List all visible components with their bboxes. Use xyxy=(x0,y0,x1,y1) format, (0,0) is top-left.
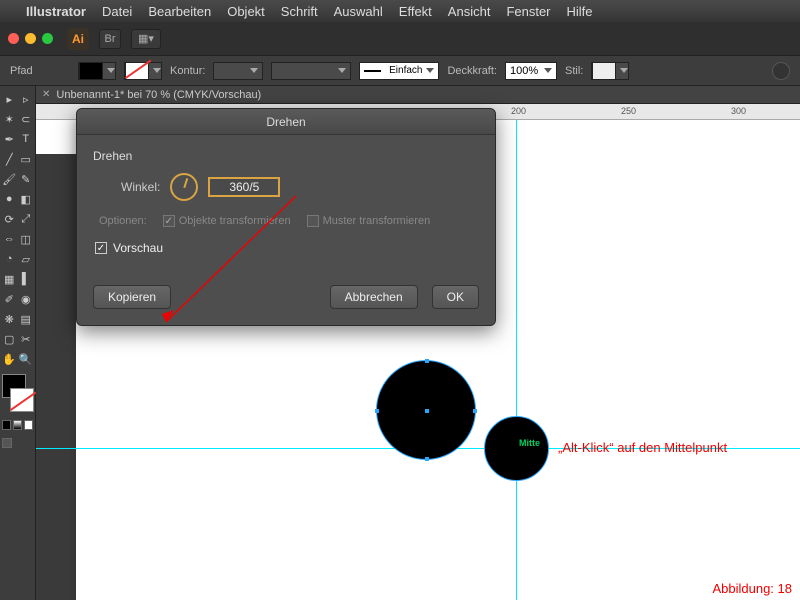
sync-icon[interactable] xyxy=(772,62,790,80)
menu-app[interactable]: Illustrator xyxy=(26,4,86,19)
zoom-tool[interactable]: 🔍 xyxy=(19,350,34,368)
arrange-documents-button[interactable]: ▦▾ xyxy=(131,29,161,49)
vertical-guide xyxy=(516,120,517,600)
line-tool[interactable]: ╱ xyxy=(2,150,17,168)
close-window-icon[interactable] xyxy=(8,33,19,44)
bridge-button[interactable]: Br xyxy=(99,29,121,49)
fill-stroke-indicator[interactable] xyxy=(2,374,34,412)
small-circle-shape[interactable] xyxy=(484,416,549,481)
menu-objekt[interactable]: Objekt xyxy=(227,4,265,19)
minimize-window-icon[interactable] xyxy=(25,33,36,44)
mac-menubar: Illustrator Datei Bearbeiten Objekt Schr… xyxy=(0,0,800,22)
lasso-tool[interactable]: ⊂ xyxy=(19,110,34,128)
large-circle-shape[interactable] xyxy=(376,360,476,460)
blob-brush-tool[interactable]: ● xyxy=(2,190,17,208)
selection-tool[interactable]: ▸ xyxy=(2,90,17,108)
annotation-arrow xyxy=(296,196,297,197)
pen-tool[interactable]: ✒ xyxy=(2,130,17,148)
menu-schrift[interactable]: Schrift xyxy=(281,4,318,19)
eraser-tool[interactable]: ◧ xyxy=(19,190,34,208)
transform-pattern-label: Muster transformieren xyxy=(323,215,431,227)
shape-builder-tool[interactable]: ◔ xyxy=(2,250,17,268)
tools-panel: ▸▹ ✶⊂ ✒T ╱▭ 🖌✎ ●◧ ⟳⤢ ⇔◫ ◔▱ ▦▌ ✐◉ ❋▤ ▢✂ ✋… xyxy=(0,86,36,600)
opacity-field[interactable]: 100% xyxy=(505,62,557,80)
app-bar: Ai Br ▦▾ xyxy=(0,22,800,56)
angle-label: Winkel: xyxy=(121,180,160,194)
document-tab-label: Unbenannt-1* bei 70 % (CMYK/Vorschau) xyxy=(56,89,261,101)
stroke-indicator[interactable] xyxy=(10,388,34,412)
pencil-tool[interactable]: ✎ xyxy=(19,170,34,188)
color-mode-icon[interactable] xyxy=(2,420,11,430)
stroke-swatch[interactable] xyxy=(124,62,162,80)
menu-fenster[interactable]: Fenster xyxy=(506,4,550,19)
mesh-tool[interactable]: ▦ xyxy=(2,270,17,288)
copy-button[interactable]: Kopieren xyxy=(93,285,171,309)
perspective-tool[interactable]: ▱ xyxy=(19,250,34,268)
blend-tool[interactable]: ◉ xyxy=(19,290,34,308)
gradient-tool[interactable]: ▌ xyxy=(19,270,34,288)
type-tool[interactable]: T xyxy=(19,130,34,148)
symbol-sprayer-tool[interactable]: ❋ xyxy=(2,310,17,328)
direct-selection-tool[interactable]: ▹ xyxy=(19,90,34,108)
close-tab-icon[interactable]: ✕ xyxy=(42,89,50,100)
preview-checkbox[interactable]: ✓ xyxy=(95,242,107,254)
document-tab[interactable]: ✕ Unbenannt-1* bei 70 % (CMYK/Vorschau) xyxy=(36,86,800,104)
app-badge-icon: Ai xyxy=(67,28,89,50)
hand-tool[interactable]: ✋ xyxy=(2,350,17,368)
rectangle-tool[interactable]: ▭ xyxy=(19,150,34,168)
dialog-title: Drehen xyxy=(77,109,495,135)
width-tool[interactable]: ⇔ xyxy=(2,230,17,248)
menu-effekt[interactable]: Effekt xyxy=(399,4,432,19)
fill-swatch[interactable] xyxy=(78,62,116,80)
artboard-tool[interactable]: ▢ xyxy=(2,330,17,348)
figure-label: Abbildung: 18 xyxy=(712,581,792,596)
grid-icon: ▦▾ xyxy=(138,32,154,45)
slice-tool[interactable]: ✂ xyxy=(19,330,34,348)
magic-wand-tool[interactable]: ✶ xyxy=(2,110,17,128)
dialog-section-label: Drehen xyxy=(93,149,479,163)
options-row: Optionen: ✓Objekte transformieren Muster… xyxy=(99,215,479,227)
window-controls xyxy=(8,33,53,44)
ok-button[interactable]: OK xyxy=(432,285,479,309)
screen-mode-icon[interactable] xyxy=(2,438,12,448)
graph-tool[interactable]: ▤ xyxy=(19,310,34,328)
menu-bearbeiten[interactable]: Bearbeiten xyxy=(148,4,211,19)
variable-width-dropdown[interactable] xyxy=(271,62,351,80)
deckkraft-label: Deckkraft: xyxy=(447,65,497,77)
angle-input[interactable]: 360/5 xyxy=(208,177,280,197)
paintbrush-tool[interactable]: 🖌 xyxy=(2,170,17,188)
cancel-button[interactable]: Abbrechen xyxy=(330,285,418,309)
gradient-mode-icon[interactable] xyxy=(13,420,22,430)
menu-auswahl[interactable]: Auswahl xyxy=(334,4,383,19)
options-label: Optionen: xyxy=(99,215,147,227)
preview-label: Vorschau xyxy=(113,241,163,255)
menu-hilfe[interactable]: Hilfe xyxy=(567,4,593,19)
none-mode-icon[interactable] xyxy=(24,420,33,430)
scale-tool[interactable]: ⤢ xyxy=(19,210,34,228)
rotate-tool[interactable]: ⟳ xyxy=(2,210,17,228)
transform-objects-checkbox[interactable]: ✓ xyxy=(163,215,175,227)
angle-wheel[interactable] xyxy=(170,173,198,201)
maximize-window-icon[interactable] xyxy=(42,33,53,44)
menu-datei[interactable]: Datei xyxy=(102,4,132,19)
stil-label: Stil: xyxy=(565,65,583,77)
eyedropper-tool[interactable]: ✐ xyxy=(2,290,17,308)
brush-dropdown[interactable]: Einfach xyxy=(359,62,439,80)
transform-pattern-checkbox[interactable] xyxy=(307,215,319,227)
free-transform-tool[interactable]: ◫ xyxy=(19,230,34,248)
center-label: Mitte xyxy=(519,438,540,448)
kontur-label: Kontur: xyxy=(170,65,205,77)
stroke-weight-dropdown[interactable] xyxy=(213,62,263,80)
style-swatch[interactable] xyxy=(591,62,629,80)
control-bar: Pfad Kontur: Einfach Deckkraft: 100% Sti… xyxy=(0,56,800,86)
rotate-dialog: Drehen Drehen Winkel: 360/5 Optionen: ✓O… xyxy=(76,108,496,326)
selection-type-label: Pfad xyxy=(10,65,70,77)
annotation-text: „Alt-Klick“ auf den Mittelpunkt xyxy=(558,440,727,455)
menu-ansicht[interactable]: Ansicht xyxy=(448,4,491,19)
